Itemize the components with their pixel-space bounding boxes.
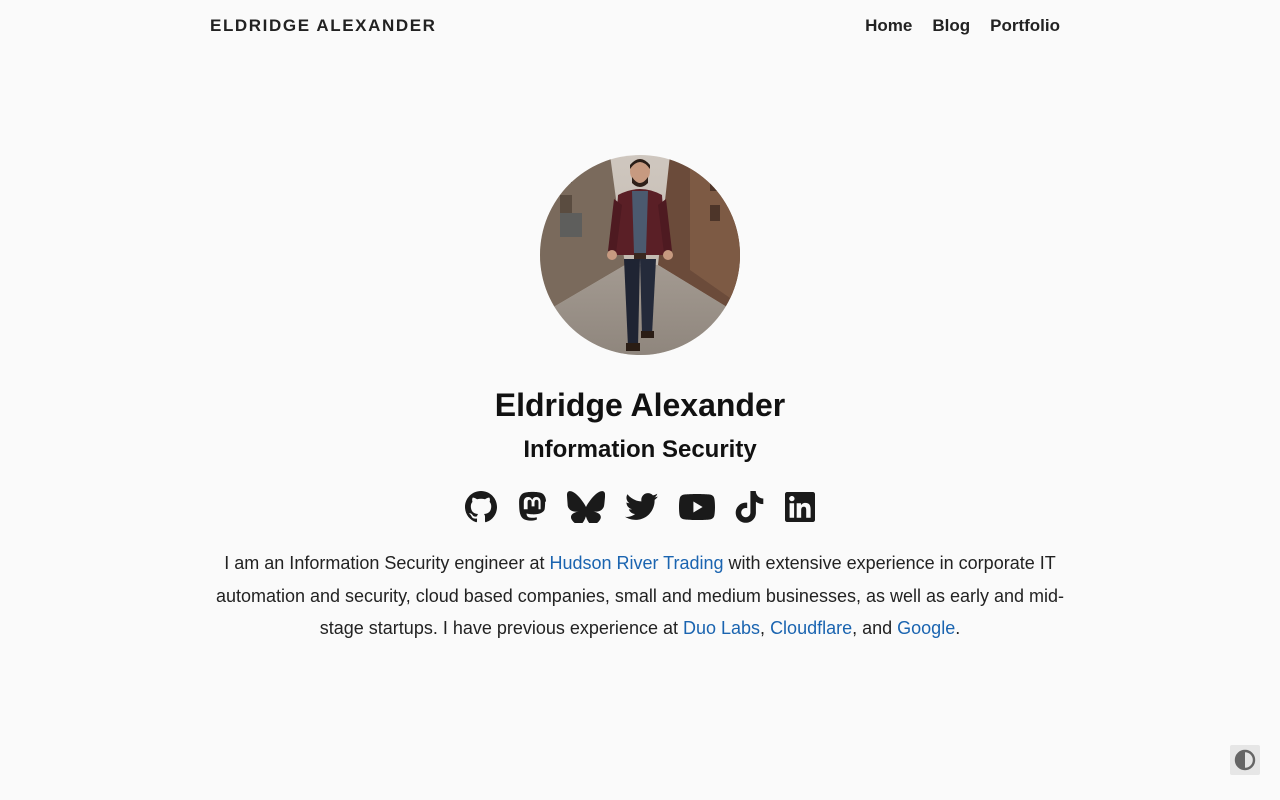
nav-portfolio[interactable]: Portfolio <box>990 16 1060 36</box>
main-nav: Home Blog Portfolio <box>865 16 1060 36</box>
profile-name: Eldridge Alexander <box>494 387 786 423</box>
tiktok-link[interactable] <box>735 491 765 523</box>
bio-end: . <box>955 618 961 638</box>
mastodon-icon <box>519 491 546 521</box>
youtube-icon <box>679 494 715 520</box>
bio-text-1: I am an Information Security engineer at <box>224 553 550 573</box>
mastodon-link[interactable] <box>517 491 547 523</box>
avatar <box>540 155 740 355</box>
youtube-link[interactable] <box>679 493 715 521</box>
bluesky-icon <box>567 491 605 523</box>
nav-blog[interactable]: Blog <box>932 16 970 36</box>
twitter-icon <box>625 493 659 520</box>
link-google[interactable]: Google <box>897 618 955 638</box>
link-cloudflare[interactable]: Cloudflare <box>770 618 852 638</box>
page: ELDRIDGE ALEXANDER Home Blog Portfolio E… <box>0 0 1280 800</box>
bio-paragraph: I am an Information Security engineer at… <box>210 547 1070 645</box>
site-header: ELDRIDGE ALEXANDER Home Blog Portfolio <box>210 0 1060 52</box>
profile-subtitle: Information Security <box>523 436 757 463</box>
site-title-link[interactable]: ELDRIDGE ALEXANDER <box>210 16 437 36</box>
twitter-link[interactable] <box>625 493 659 521</box>
link-hudson-river-trading[interactable]: Hudson River Trading <box>549 553 723 573</box>
tiktok-icon <box>735 491 764 523</box>
link-duo-labs[interactable]: Duo Labs <box>683 618 760 638</box>
github-icon <box>465 491 497 523</box>
linkedin-icon <box>785 492 815 522</box>
social-links <box>465 487 815 527</box>
profile-section: Eldridge Alexander Information Security <box>0 155 1280 663</box>
github-link[interactable] <box>465 491 497 523</box>
nav-home[interactable]: Home <box>865 16 912 36</box>
bio-sep-2: , and <box>852 618 898 638</box>
bluesky-link[interactable] <box>567 491 605 523</box>
theme-toggle-button[interactable] <box>1230 745 1260 775</box>
bio-sep-1: , <box>760 618 771 638</box>
contrast-icon <box>1234 749 1256 771</box>
linkedin-link[interactable] <box>785 492 815 522</box>
